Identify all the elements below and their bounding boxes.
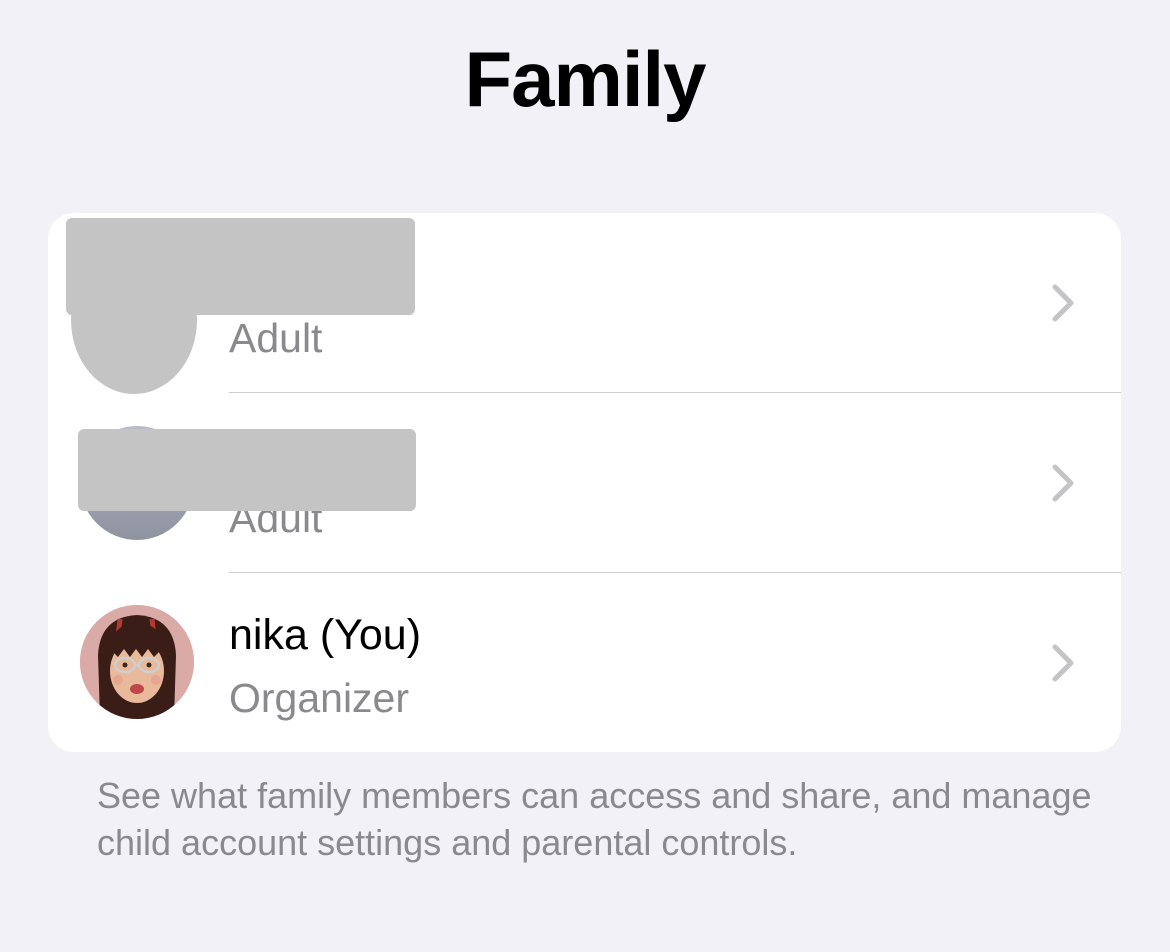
family-member-row-self[interactable]: nika (You) Organizer <box>48 573 1121 752</box>
page-title: Family <box>464 35 706 123</box>
memoji-icon <box>80 605 194 719</box>
chevron-right-icon <box>1052 464 1074 502</box>
redacted-name-overlay <box>66 218 415 315</box>
chevron-right-icon <box>1052 644 1074 682</box>
memoji-avatar <box>80 605 194 719</box>
chevron-right-icon <box>1052 284 1074 322</box>
family-screen: Family Adult Adult nika (You) Organizer … <box>0 0 1170 952</box>
family-footer-text: See what family members can access and s… <box>97 775 1092 863</box>
redacted-name-overlay <box>78 429 416 511</box>
member-role: Organizer <box>229 675 410 721</box>
family-members-list: Adult Adult nika (You) Organizer <box>48 213 1121 752</box>
family-member-row[interactable]: Adult <box>48 213 1121 394</box>
member-role: Adult <box>229 315 323 361</box>
member-name: nika (You) <box>229 611 422 659</box>
family-member-row[interactable]: Adult <box>48 393 1121 573</box>
